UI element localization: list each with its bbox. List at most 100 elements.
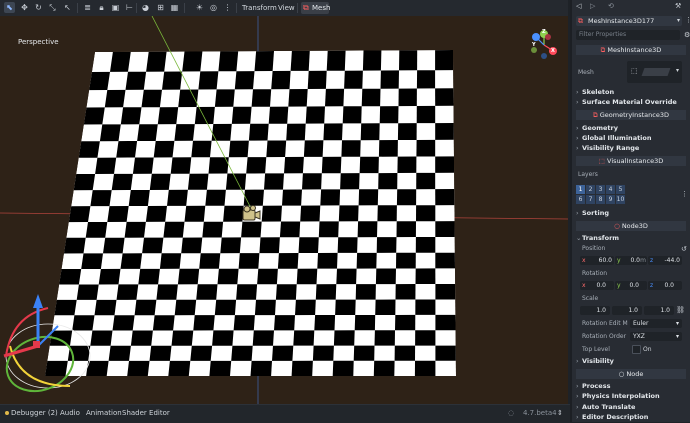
scale-y-field[interactable]: 1.0 [612, 306, 642, 315]
previous-icon[interactable]: ◁ [576, 2, 581, 10]
reset-icon[interactable]: ↺ [681, 245, 687, 253]
camera-preview-icon[interactable]: ▦ [169, 2, 180, 13]
link-icon[interactable]: ⛓ [676, 306, 685, 314]
options-icon[interactable]: ⚙ [684, 31, 690, 39]
checker-tile [279, 221, 301, 238]
ruler-icon[interactable]: ⊢ [124, 2, 135, 13]
section-label: Surface Material Override [582, 98, 677, 106]
shader-editor-tab[interactable]: Shader Editor [122, 409, 170, 417]
lock-icon[interactable]: 🔒︎ [96, 2, 107, 13]
viewport-canvas [0, 16, 568, 404]
position-y-field[interactable]: y 0.0 m [615, 256, 647, 265]
position-x-field[interactable]: x 60.0 [580, 256, 614, 265]
checker-tile [318, 221, 339, 238]
panel-toggle-icon[interactable]: ⇕ [557, 409, 563, 417]
local-space-icon[interactable]: ◕ [140, 2, 151, 13]
checker-tile [397, 123, 417, 140]
rotation-z-field[interactable]: z 0.0 [648, 281, 682, 290]
checker-tile [286, 123, 306, 141]
checker-tile [146, 51, 167, 72]
environment-icon[interactable]: ◎ [208, 2, 219, 13]
filter-properties-input[interactable]: Filter Properties [576, 30, 680, 40]
layer-8[interactable]: 8 [596, 195, 605, 204]
mesh-resource-picker[interactable]: ⬚ ▾ [627, 61, 682, 83]
chevron-down-icon: ▾ [676, 17, 680, 24]
layers-more-icon[interactable]: ⋮ [681, 190, 688, 198]
rotate-tool-icon[interactable]: ↻ [33, 2, 44, 13]
node3d-icon: ○ [614, 222, 620, 230]
rotation-edit-mode-select[interactable]: Euler ▾ [630, 319, 682, 328]
next-icon[interactable]: ▷ [590, 2, 595, 10]
tools-icon[interactable]: ⚒ [675, 2, 681, 10]
animation-tab[interactable]: Animation [86, 409, 122, 417]
pointer-tool-icon[interactable]: ↖ [62, 2, 73, 13]
section-sorting[interactable]: › Sorting [576, 209, 686, 218]
section-surface-material-override[interactable]: › Surface Material Override [576, 98, 686, 107]
checker-tile [103, 237, 125, 254]
section-transform[interactable]: ⌄Transform [576, 234, 686, 243]
list-select-icon[interactable]: ≣ [82, 2, 93, 13]
checker-tile [272, 345, 294, 361]
section-visibility[interactable]: › Visibility [576, 357, 686, 366]
section-geometry[interactable]: › Geometry [576, 124, 686, 133]
scale-tool-icon[interactable]: ⤡ [47, 2, 58, 13]
history-icon[interactable]: ⟲ [608, 2, 614, 10]
section-process[interactable]: › Process [576, 382, 686, 391]
layer-5[interactable]: 5 [616, 185, 625, 194]
layer-6[interactable]: 6 [576, 195, 585, 204]
axis-y-label: y [617, 282, 621, 289]
sun-icon[interactable]: ☀ [194, 2, 205, 13]
section-visibility-range[interactable]: › Visibility Range [576, 144, 686, 153]
checker-tile [291, 360, 313, 376]
section-auto-translate[interactable]: › Auto Translate [576, 403, 686, 412]
section-skeleton[interactable]: › Skeleton [576, 88, 686, 97]
layer-10[interactable]: 10 [616, 195, 625, 204]
mesh-menu-button[interactable]: ⧉ Mesh [301, 2, 330, 14]
rotation-x-value: 0.0 [596, 282, 606, 289]
checker-tile [358, 189, 379, 206]
view-menu[interactable]: View [278, 0, 295, 16]
move-tool-icon[interactable]: ✥ [19, 2, 30, 13]
node-selector[interactable]: ⧉ MeshInstance3D177 ▾ [576, 16, 682, 26]
checker-tile [149, 345, 172, 361]
layer-1[interactable]: 1 [576, 185, 585, 194]
checker-tile [396, 252, 416, 269]
checker-tile [336, 268, 357, 285]
rotation-x-field[interactable]: x 0.0 [580, 281, 614, 290]
toolbar-divider [184, 3, 185, 13]
more-options-icon[interactable]: ⋮ [222, 2, 233, 13]
layer-4[interactable]: 4 [606, 185, 615, 194]
transform-menu[interactable]: Transform [242, 0, 277, 16]
axis-x-label: x [582, 257, 586, 264]
debugger-tab[interactable]: Debugger (2) [11, 409, 58, 417]
scale-z-field[interactable]: 1.0 [644, 306, 674, 315]
section-editor-description[interactable]: › Editor Description [576, 413, 686, 422]
rotation-y-field[interactable]: y 0.0 [615, 281, 647, 290]
checker-tile [312, 345, 334, 361]
layer-3[interactable]: 3 [596, 185, 605, 194]
snap-icon[interactable]: ⊞ [155, 2, 166, 13]
checker-tile [399, 50, 418, 71]
position-z-field[interactable]: z -44.0 [648, 256, 682, 265]
scale-x-field[interactable]: 1.0 [580, 306, 610, 315]
audio-tab[interactable]: Audio [60, 409, 80, 417]
checker-tile [174, 124, 195, 141]
layer-2[interactable]: 2 [586, 185, 595, 194]
more-icon[interactable]: ⋮ [685, 16, 690, 24]
section-global-illumination[interactable]: › Global Illumination [576, 134, 686, 143]
rotation-order-select[interactable]: YXZ ▾ [630, 332, 682, 341]
checker-tile [435, 123, 454, 140]
layer-9[interactable]: 9 [606, 195, 615, 204]
section-physics-interpolation[interactable]: › Physics Interpolation [576, 392, 686, 401]
checker-tile [181, 237, 203, 254]
checker-tile [277, 253, 299, 269]
top-level-checkbox[interactable] [632, 345, 641, 354]
select-tool-icon[interactable]: ⬉ [4, 2, 15, 13]
checker-tile [141, 89, 162, 108]
group-icon[interactable]: ▣ [110, 2, 121, 13]
checker-tile [170, 157, 192, 174]
layer-7[interactable]: 7 [586, 195, 595, 204]
checker-tile [198, 71, 219, 90]
perspective-menu[interactable]: Perspective [18, 38, 59, 46]
3d-viewport[interactable]: Perspective Y X Z [0, 16, 568, 404]
